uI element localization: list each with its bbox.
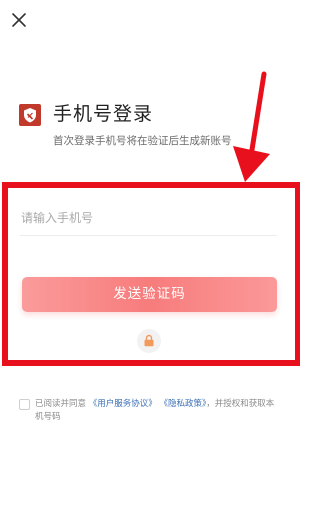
close-button[interactable] <box>8 9 30 31</box>
shield-logo-icon <box>19 104 41 126</box>
lock-icon <box>144 334 154 347</box>
user-agreement-link[interactable]: 《用户服务协议》 <box>89 399 157 409</box>
privacy-policy-link[interactable]: 《隐私政策》 <box>159 399 206 409</box>
lock-toggle-button[interactable] <box>137 329 161 353</box>
page-subtitle: 首次登录手机号将在验证后生成新账号 <box>53 135 232 147</box>
annotation-arrow-icon <box>233 71 270 182</box>
close-icon <box>12 13 26 27</box>
page-title: 手机号登录 <box>53 103 154 125</box>
agreement-checkbox[interactable] <box>19 399 30 410</box>
phone-number-input[interactable] <box>20 200 277 236</box>
agreement-prefix: 已阅读并同意 <box>35 399 87 409</box>
agreement-text: 已阅读并同意 《用户服务协议》 《隐私政策》，并授权和获取本机号码 <box>35 398 281 424</box>
login-page: 手机号登录 首次登录手机号将在验证后生成新账号 发送验证码 已阅读并同意 《用户… <box>0 0 300 519</box>
send-code-button[interactable]: 发送验证码 <box>22 277 277 312</box>
